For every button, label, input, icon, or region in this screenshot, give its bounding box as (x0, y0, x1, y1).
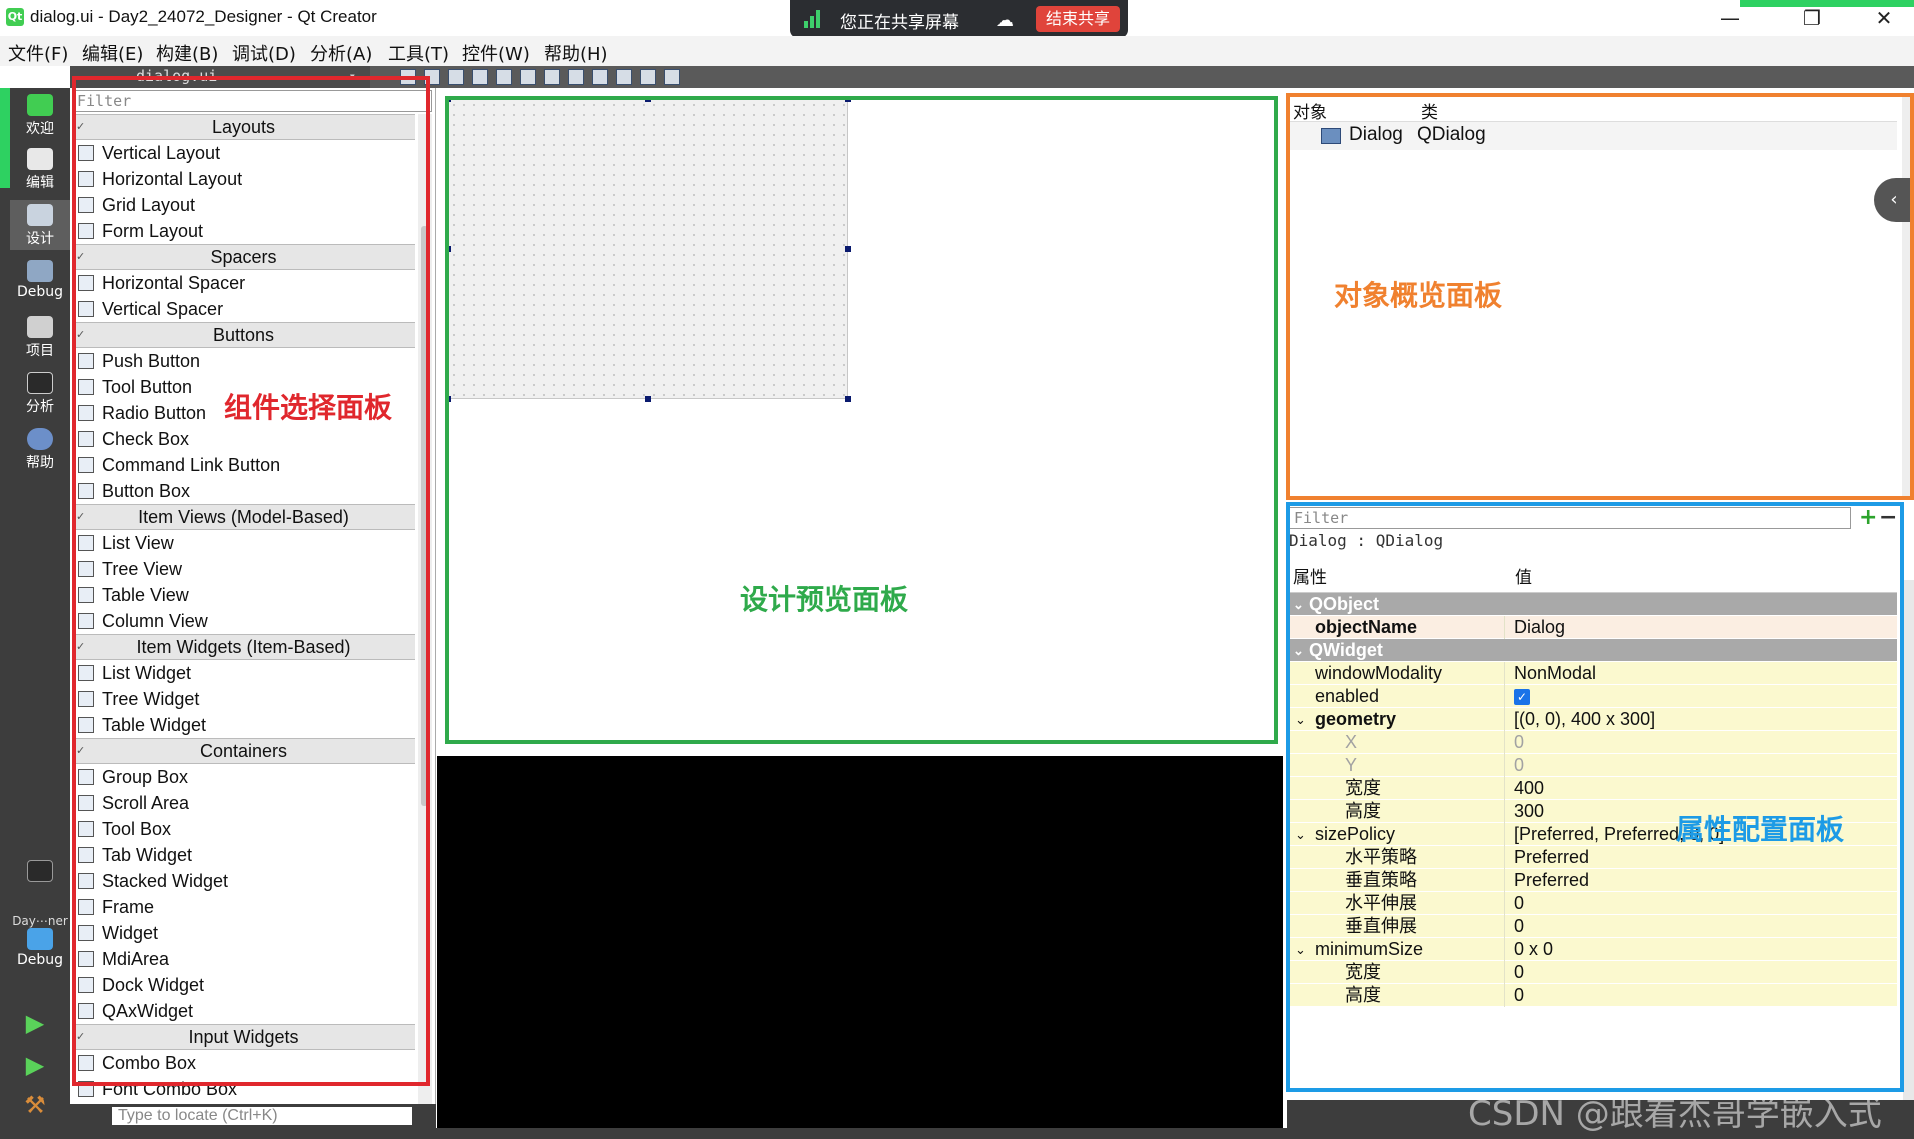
menu-widgets[interactable]: 控件(W) (462, 40, 530, 66)
mode-welcome[interactable]: 欢迎 (10, 94, 70, 138)
monitor-icon (27, 928, 53, 950)
menu-bar: 文件(F) 编辑(E) 构建(B) 调试(D) 分析(A) 工具(T) 控件(W… (0, 36, 1914, 66)
menu-edit[interactable]: 编辑(E) (82, 40, 143, 66)
end-share-button[interactable]: 结束共享 (1036, 6, 1120, 32)
watermark: CSDN @跟着杰哥学嵌入式 (1468, 1094, 1882, 1134)
layout-grid-icon[interactable] (616, 69, 632, 85)
splitter-horizontal-icon[interactable] (544, 69, 560, 85)
object-overview-annotation: 对象概览面板 (1334, 279, 1503, 312)
mode-edit[interactable]: 编辑 (10, 148, 70, 192)
output-panes-toggle[interactable] (10, 860, 70, 896)
menu-debug[interactable]: 调试(D) (232, 40, 296, 66)
edit-tab-order-icon[interactable] (472, 69, 488, 85)
kit-selector[interactable]: Day⋯ner Debug (10, 914, 70, 994)
analyze-mode-icon (27, 372, 53, 394)
mode-design[interactable]: 设计 (10, 200, 70, 250)
close-button[interactable]: ✕ (1854, 4, 1914, 32)
menu-help[interactable]: 帮助(H) (544, 40, 608, 66)
edit-mode-icon (27, 148, 53, 170)
design-preview-highlight-frame (445, 96, 1278, 744)
run-icon[interactable]: ▶ (22, 1010, 48, 1036)
mode-help[interactable]: 帮助 (10, 428, 70, 472)
menu-file[interactable]: 文件(F) (8, 40, 68, 66)
screen-share-bar: 您正在共享屏幕 ☁ 结束共享 (790, 0, 1128, 38)
edit-buddies-icon[interactable] (448, 69, 464, 85)
window-title: dialog.ui - Day2_24072_Designer - Qt Cre… (30, 7, 377, 26)
debug-mode-icon (27, 260, 53, 282)
mode-bar: 欢迎 编辑 设计 Debug 项目 分析 帮助 Day⋯ner Debug ▶ … (0, 88, 70, 1139)
kit-mode-label: Debug (16, 952, 64, 968)
layout-horizontal-icon[interactable] (496, 69, 512, 85)
layout-vertical-icon[interactable] (520, 69, 536, 85)
locate-input[interactable]: Type to locate (Ctrl+K) (112, 1107, 412, 1125)
minimize-button[interactable]: — (1700, 4, 1760, 32)
splitter-vertical-icon[interactable] (568, 69, 584, 85)
mode-debug[interactable]: Debug (10, 260, 70, 304)
kit-label: Day⋯ner (12, 914, 68, 928)
design-preview-annotation: 设计预览面板 (740, 583, 909, 616)
empty-output-area (437, 756, 1283, 1139)
menu-tools[interactable]: 工具(T) (388, 40, 449, 66)
adjust-size-icon[interactable] (664, 69, 680, 85)
share-status-text: 您正在共享屏幕 (840, 13, 959, 33)
list-icon (27, 860, 53, 882)
widget-box-annotation: 组件选择面板 (224, 391, 393, 424)
menu-build[interactable]: 构建(B) (156, 40, 218, 66)
debug-run-icon[interactable]: ▶ (22, 1052, 48, 1078)
menu-analyze[interactable]: 分析(A) (310, 40, 372, 66)
mode-analyze[interactable]: 分析 (10, 372, 70, 416)
mode-projects[interactable]: 项目 (10, 316, 70, 360)
widget-box-highlight-frame (72, 76, 430, 1086)
break-layout-icon[interactable] (640, 69, 656, 85)
build-hammer-icon[interactable]: ⚒ (22, 1092, 48, 1118)
cloud-icon[interactable]: ☁ (996, 10, 1014, 31)
signal-icon (804, 10, 826, 28)
maximize-button[interactable]: ❐ (1782, 4, 1842, 32)
property-editor-scrollbar[interactable] (1903, 580, 1914, 1100)
projects-mode-icon (27, 316, 53, 338)
locator-bar: Type to locate (Ctrl+K) (70, 1104, 436, 1128)
help-mode-icon (27, 428, 53, 450)
layout-form-icon[interactable] (592, 69, 608, 85)
mode-accent-bar (0, 88, 10, 188)
design-mode-icon (27, 204, 53, 226)
property-config-highlight-frame (1286, 502, 1904, 1092)
welcome-icon (27, 94, 53, 116)
property-config-annotation: 属性配置面板 (1676, 813, 1845, 846)
qt-creator-logo-icon: Qt (6, 8, 24, 26)
